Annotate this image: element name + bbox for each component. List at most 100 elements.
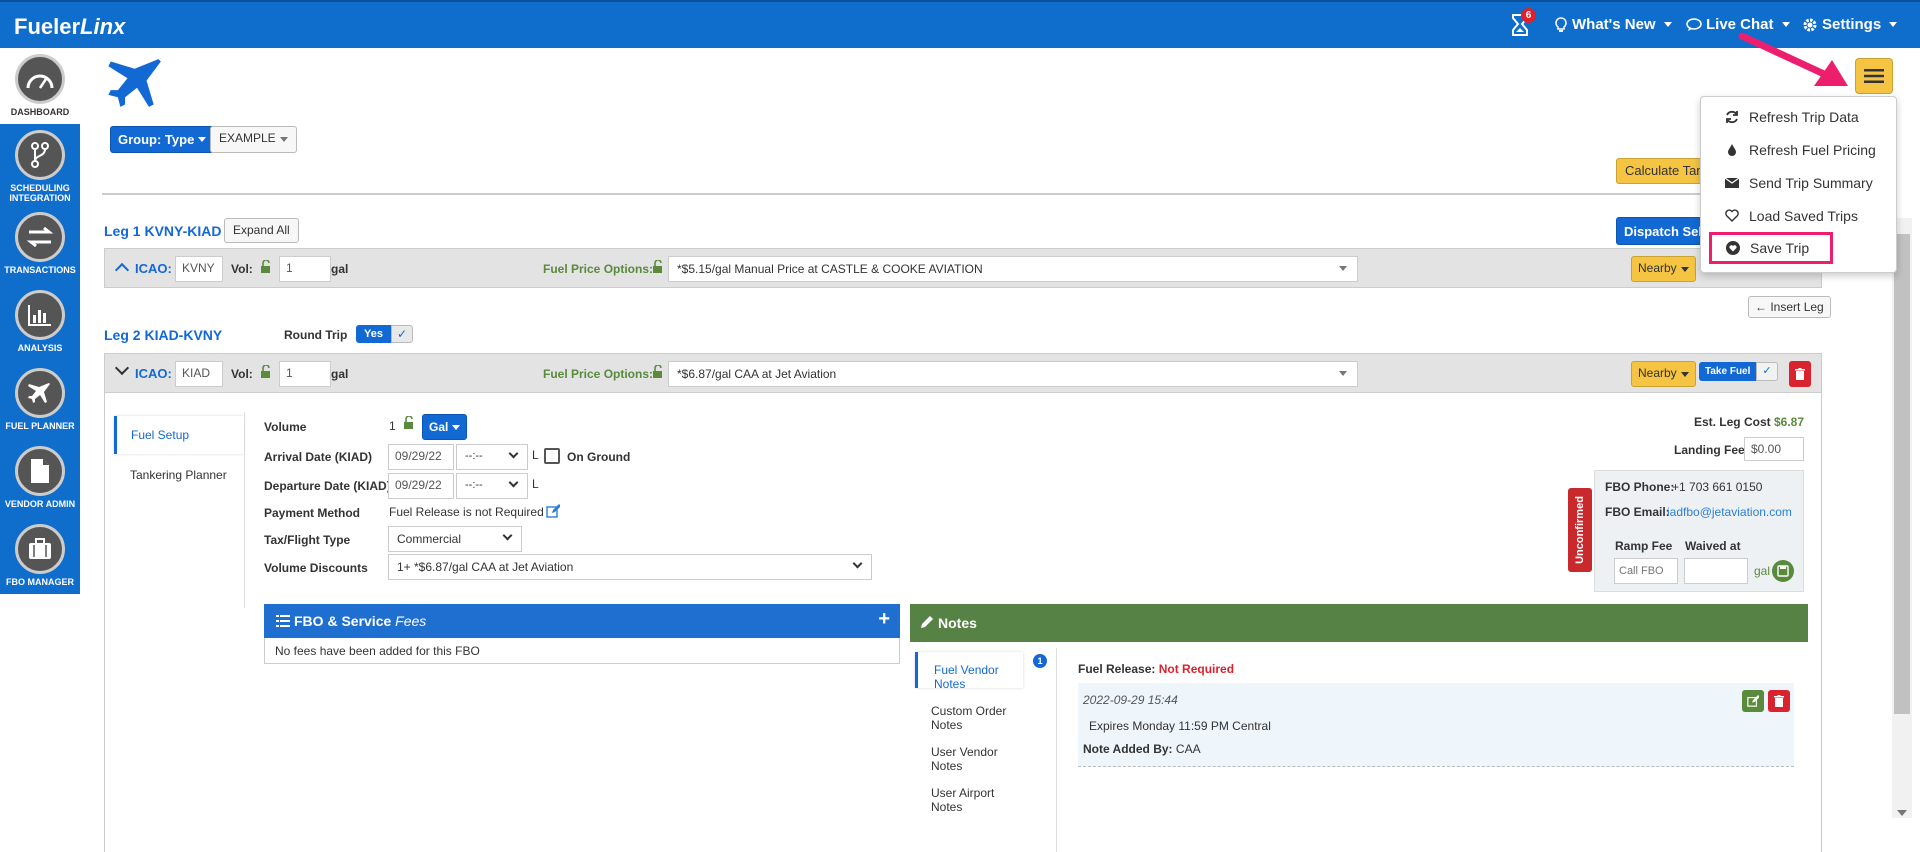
envelope-icon	[1725, 177, 1739, 188]
menu-item-save-trip[interactable]: Save Trip	[1709, 232, 1833, 264]
add-fee-button[interactable]: +	[878, 609, 890, 629]
chevron-up-icon[interactable]	[114, 262, 130, 278]
volume-label: Volume	[264, 420, 307, 434]
volume-value: 1	[389, 419, 396, 433]
fbo-phone-value: +1 703 661 0150	[1672, 480, 1763, 494]
example-dropdown[interactable]: EXAMPLE	[210, 126, 297, 153]
leg2-fuel-option-select[interactable]: *$6.87/gal CAA at Jet Aviation	[668, 361, 1358, 387]
leg2-bar: ICAO: KIAD Vol: 1 gal Fuel Price Options…	[104, 353, 1822, 393]
tax-flight-type-label: Tax/Flight Type	[264, 533, 351, 547]
fbo-fees-header: FBO & Service Fees +	[264, 604, 900, 638]
heart-icon	[1725, 209, 1739, 222]
sidebar-item-scheduling[interactable]: SCHEDULING INTEGRATION	[0, 130, 80, 203]
unlock-icon[interactable]	[259, 259, 273, 277]
local-time-indicator: L	[532, 448, 539, 462]
local-time-indicator: L	[532, 477, 539, 491]
departure-time-select[interactable]: --:--	[456, 473, 528, 499]
notes-tab-fuel-vendor[interactable]: Fuel Vendor Notes 1	[915, 652, 1047, 691]
delete-note-button[interactable]	[1768, 690, 1790, 712]
leg2-gal-label: gal	[331, 367, 349, 381]
hamburger-icon	[1864, 69, 1884, 83]
notes-badge: 1	[1033, 654, 1047, 668]
unlock-icon[interactable]	[402, 415, 416, 433]
leg1-vol-input[interactable]: 1	[279, 256, 331, 282]
leg2-vol-input[interactable]: 1	[279, 361, 331, 387]
leg1-icao-input[interactable]: KVNY	[175, 256, 223, 282]
leg1-bar: ICAO: KVNY Vol: 1 gal Fuel Price Options…	[104, 248, 1822, 288]
leg2-title[interactable]: Leg 2 KIAD-KVNY	[104, 327, 222, 343]
dispatch-selected-button[interactable]: Dispatch Sele	[1616, 217, 1702, 245]
arrival-time-select[interactable]: --:--	[456, 444, 528, 470]
menu-item-send-summary[interactable]: Send Trip Summary	[1701, 166, 1898, 199]
notes-tab-user-airport[interactable]: User Airport Notes	[915, 776, 1023, 814]
unlock-icon[interactable]	[651, 364, 665, 382]
plane-icon	[15, 368, 65, 418]
sidebar-item-analysis[interactable]: ANALYSIS	[0, 290, 80, 353]
landing-fee-input[interactable]: $0.00	[1744, 437, 1804, 461]
notes-header: Notes	[910, 604, 1808, 642]
sidebar-item-fuel-planner[interactable]: FUEL PLANNER	[0, 368, 80, 431]
whats-new-menu[interactable]: What's New	[1554, 16, 1672, 33]
arrow-left-icon: ←	[1755, 300, 1767, 314]
menu-item-refresh-fuel[interactable]: Refresh Fuel Pricing	[1701, 133, 1898, 166]
bar-chart-icon	[15, 290, 65, 340]
leg1-fuel-option-select[interactable]: *$5.15/gal Manual Price at CASTLE & COOK…	[668, 256, 1358, 282]
unlock-icon[interactable]	[651, 259, 665, 277]
leg2-icao-input[interactable]: KIAD	[175, 361, 223, 387]
notifications-hourglass-icon[interactable]: 6	[1510, 8, 1536, 36]
tab-tankering-planner[interactable]: Tankering Planner	[114, 456, 244, 494]
fbo-fees-body: No fees have been added for this FBO	[264, 638, 900, 664]
volume-discounts-select[interactable]: 1+ *$6.87/gal CAA at Jet Aviation	[388, 554, 872, 580]
trip-actions-menu: Refresh Trip Data Refresh Fuel Pricing S…	[1700, 96, 1897, 273]
sidebar-item-transactions[interactable]: TRANSACTIONS	[0, 212, 80, 275]
sidebar-item-fbo-manager[interactable]: FBO MANAGER	[0, 524, 80, 587]
on-ground-checkbox[interactable]	[544, 448, 560, 464]
menu-item-refresh-trip[interactable]: Refresh Trip Data	[1701, 100, 1898, 133]
brand-logo[interactable]: FuelerLinx	[14, 14, 125, 40]
document-icon	[15, 446, 65, 496]
sidebar-item-vendor-admin[interactable]: VENDOR ADMIN	[0, 446, 80, 509]
trip-plane-icon	[106, 52, 168, 117]
sidebar-item-dashboard[interactable]: DASHBOARD	[0, 48, 80, 124]
departure-date-input[interactable]: 09/29/22	[388, 473, 454, 499]
hamburger-menu-button[interactable]	[1855, 58, 1893, 94]
refresh-icon	[1726, 110, 1738, 123]
top-navbar: FuelerLinx 6 What's New Live Chat Settin…	[0, 0, 1920, 48]
menu-item-load-saved[interactable]: Load Saved Trips	[1701, 199, 1898, 232]
insert-leg-button[interactable]: ← Insert Leg	[1748, 296, 1831, 318]
delete-leg-button[interactable]	[1789, 361, 1811, 387]
check-icon: ✓	[390, 325, 414, 343]
arrival-date-input[interactable]: 09/29/22	[388, 444, 454, 470]
leg1-nearby-button[interactable]: Nearby	[1631, 256, 1696, 282]
page-scrollbar[interactable]	[1892, 218, 1912, 818]
edit-note-button[interactable]	[1742, 690, 1764, 712]
notes-tab-custom-order[interactable]: Custom Order Notes	[915, 694, 1023, 732]
save-ramp-fee-button[interactable]	[1772, 560, 1794, 582]
take-fuel-toggle[interactable]: Take Fuel ✓	[1699, 362, 1778, 381]
scroll-down-arrow[interactable]	[1897, 810, 1907, 816]
leg1-title[interactable]: Leg 1 KVNY-KIAD	[104, 223, 221, 239]
expand-all-button[interactable]: Expand All	[224, 218, 299, 243]
round-trip-toggle[interactable]: Yes ✓	[356, 325, 414, 343]
waived-at-input[interactable]	[1684, 558, 1748, 584]
leg2-nearby-button[interactable]: Nearby	[1631, 361, 1696, 387]
group-type-dropdown[interactable]: Group: Type	[110, 126, 215, 153]
leg1-gal-label: gal	[331, 262, 349, 276]
heart-circle-icon	[1726, 241, 1740, 255]
payment-method-value: Fuel Release is not Required	[389, 505, 544, 519]
scrollbar-thumb[interactable]	[1894, 234, 1910, 714]
notes-tab-user-vendor[interactable]: User Vendor Notes	[915, 735, 1023, 773]
unconfirmed-tab[interactable]: Unconfirmed	[1568, 488, 1592, 572]
tax-flight-type-select[interactable]: Commercial	[388, 526, 522, 552]
ramp-fee-input[interactable]	[1614, 558, 1678, 584]
landing-fee-label: Landing Fee	[1674, 443, 1745, 457]
fbo-email-link[interactable]: iadfbo@jetaviation.com	[1667, 505, 1792, 519]
edit-icon[interactable]	[546, 504, 561, 521]
gal-unit-dropdown[interactable]: Gal	[422, 414, 468, 440]
note-card: 2022-09-29 15:44 Expires Monday 11:59 PM…	[1078, 683, 1794, 767]
unlock-icon[interactable]	[259, 364, 273, 382]
chevron-down-icon[interactable]	[114, 360, 130, 376]
check-icon: ✓	[1756, 362, 1778, 381]
calculate-tankering-button[interactable]: Calculate Tan	[1616, 158, 1702, 184]
tab-fuel-setup[interactable]: Fuel Setup	[114, 416, 244, 454]
